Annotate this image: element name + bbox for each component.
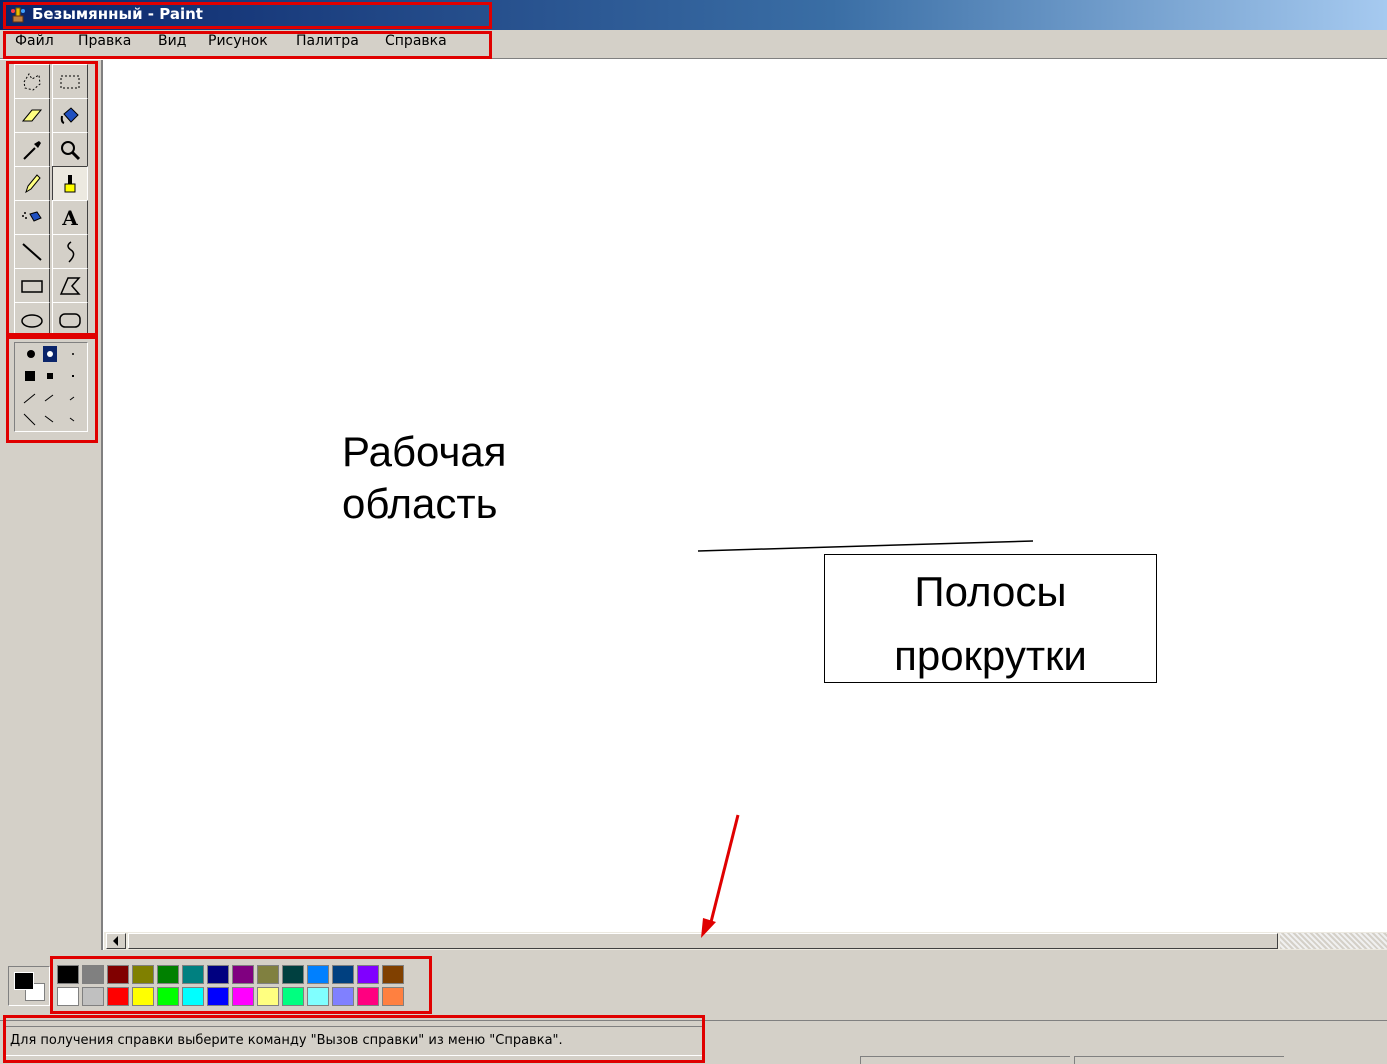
red-arrow xyxy=(708,814,740,927)
scrollbars-label: Полосы прокрутки xyxy=(894,568,1087,679)
annotation-lines xyxy=(697,540,1034,938)
pointer-line xyxy=(697,540,1034,552)
red-arrowhead xyxy=(701,918,716,938)
